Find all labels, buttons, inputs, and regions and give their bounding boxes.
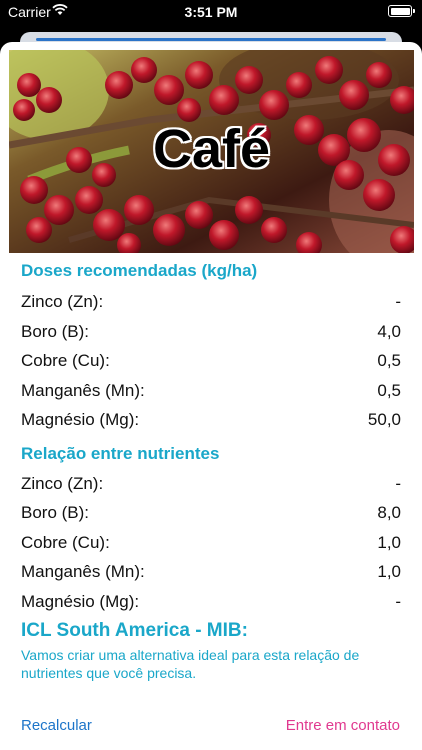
dose-row-copper: Cobre (Cu): 0,5 [21,351,401,373]
dose-label: Zinco (Zn): [21,292,104,311]
dose-label: Manganês (Mn): [21,381,145,400]
clock: 3:51 PM [184,4,238,20]
crop-hero-image: Café [9,50,414,253]
dose-row-zinc: Zinco (Zn): - [21,292,401,314]
dose-row-magnesium: Magnésio (Mg): 50,0 [21,410,401,432]
dose-value: 0,5 [377,351,401,370]
dose-value: 50,0 [367,410,401,429]
ratio-row-manganese: Manganês (Mn): 1,0 [21,562,401,584]
dose-label: Cobre (Cu): [21,351,110,370]
ratio-value: 8,0 [377,503,401,522]
dose-row-manganese: Manganês (Mn): 0,5 [21,381,401,403]
doses-section-title: Doses recomendadas (kg/ha) [21,261,258,280]
ratio-label: Boro (B): [21,503,90,522]
ratio-row-boron: Boro (B): 8,0 [21,503,401,525]
ratio-label: Magnésio (Mg): [21,592,140,611]
ratio-row-zinc: Zinco (Zn): - [21,474,401,496]
ratio-value: - [395,474,401,493]
promo-title: ICL South America - MIB: [21,620,248,641]
ratio-value: - [395,592,401,611]
status-bar: Carrier 3:51 PM [0,0,422,26]
ratio-label: Cobre (Cu): [21,533,110,552]
promo-text: Vamos criar uma alternativa ideal para e… [21,647,360,681]
contact-button[interactable]: Entre em contato [286,717,400,734]
dose-value: - [395,292,401,311]
ratio-row-copper: Cobre (Cu): 1,0 [21,533,401,555]
dose-label: Boro (B): [21,322,90,341]
recalculate-button[interactable]: Recalcular [21,717,92,734]
dose-value: 0,5 [377,381,401,400]
ratio-row-magnesium: Magnésio (Mg): - [21,592,401,614]
dose-value: 4,0 [377,322,401,341]
dose-row-boron: Boro (B): 4,0 [21,322,401,344]
ratio-section-title: Relação entre nutrientes [21,444,220,463]
dose-label: Magnésio (Mg): [21,410,140,429]
crop-detail-card: Café Doses recomendadas (kg/ha) Zinco (Z… [0,42,422,750]
crop-title: Café [152,119,271,179]
ratio-label: Zinco (Zn): [21,474,104,493]
battery-icon [388,5,415,17]
ratio-value: 1,0 [377,533,401,552]
ratio-label: Manganês (Mn): [21,562,145,581]
ratio-value: 1,0 [377,562,401,581]
